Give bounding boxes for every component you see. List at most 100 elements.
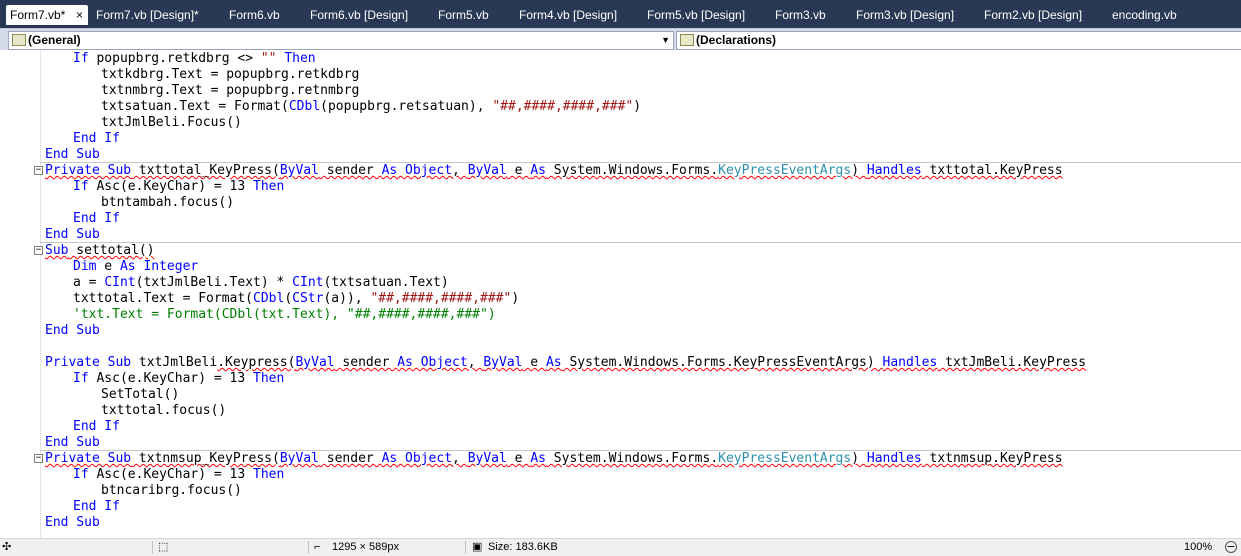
code-text: btntambah.focus() bbox=[101, 195, 234, 211]
code-text: txttotal.focus() bbox=[101, 403, 226, 419]
code-line[interactable]: Private Sub txtJmlBeli.Keypress(ByVal se… bbox=[0, 355, 1241, 371]
code-line[interactable]: End Sub bbox=[0, 323, 1241, 339]
code-token: Private Sub bbox=[45, 163, 132, 178]
code-token: Handles bbox=[866, 451, 922, 466]
code-token: , bbox=[467, 355, 484, 370]
code-line[interactable]: If Asc(e.KeyChar) = 13 Then bbox=[0, 371, 1241, 387]
code-token: txttotal.focus() bbox=[101, 403, 227, 418]
code-token: End If bbox=[73, 131, 120, 146]
code-token: End Sub bbox=[45, 227, 100, 242]
code-token: , bbox=[452, 451, 468, 466]
tab-encoding-vb[interactable]: encoding.vb bbox=[1108, 5, 1188, 25]
code-line[interactable]: End Sub bbox=[0, 147, 1241, 163]
close-icon[interactable]: × bbox=[76, 5, 83, 25]
code-token: "##,####,####,###" bbox=[370, 291, 512, 306]
tab-form6-vb-design[interactable]: Form6.vb [Design] bbox=[306, 5, 428, 25]
tab-form6-vb[interactable]: Form6.vb bbox=[225, 5, 301, 25]
code-line[interactable]: End If bbox=[0, 211, 1241, 227]
tab-label: Form6.vb bbox=[229, 8, 280, 22]
code-line[interactable]: End Sub bbox=[0, 435, 1241, 451]
collapse-toggle-icon[interactable]: − bbox=[34, 454, 43, 463]
code-token: End If bbox=[73, 419, 120, 434]
code-token: ByVal bbox=[295, 355, 335, 370]
code-text: End Sub bbox=[45, 515, 100, 531]
code-line[interactable]: If Asc(e.KeyChar) = 13 Then bbox=[0, 467, 1241, 483]
tab-form2-vb-design[interactable]: Form2.vb [Design] bbox=[980, 5, 1102, 25]
code-text: Private Sub txtnmsup_KeyPress(ByVal send… bbox=[45, 451, 1063, 467]
code-token: txttotal.KeyPress bbox=[921, 163, 1063, 178]
code-line[interactable]: End If bbox=[0, 419, 1241, 435]
code-line[interactable]: a = CInt(txtJmlBeli.Text) * CInt(txtsatu… bbox=[0, 275, 1241, 291]
code-token: "" bbox=[260, 51, 277, 66]
tab-label: Form6.vb [Design] bbox=[310, 8, 409, 22]
code-line[interactable]: SetTotal() bbox=[0, 387, 1241, 403]
code-token: Sub bbox=[45, 243, 69, 258]
tab-label: Form2.vb [Design] bbox=[984, 8, 1083, 22]
code-token: System.Windows.Forms. bbox=[545, 451, 719, 466]
code-token: e bbox=[506, 451, 531, 466]
code-token: Handles bbox=[866, 163, 922, 178]
class-name-value: (General) bbox=[28, 33, 81, 47]
image-dimensions: 1295 × 589px bbox=[332, 541, 399, 553]
code-line[interactable]: txttotal.focus() bbox=[0, 403, 1241, 419]
code-token: ) bbox=[633, 99, 642, 114]
code-line[interactable]: − Private Sub txtnmsup_KeyPress(ByVal sen… bbox=[0, 451, 1241, 467]
code-line[interactable]: If popupbrg.retkdbrg <> "" Then bbox=[0, 51, 1241, 67]
code-token: sender bbox=[334, 355, 398, 370]
code-token: settotal() bbox=[68, 243, 155, 258]
code-token: ByVal bbox=[279, 163, 319, 178]
code-token: End Sub bbox=[45, 323, 100, 338]
code-text: Sub settotal() bbox=[45, 243, 155, 259]
code-line[interactable]: Dim e As Integer bbox=[0, 259, 1241, 275]
code-token: Then bbox=[253, 371, 285, 386]
code-line[interactable]: txttotal.Text = Format(CDbl(CStr(a)), "#… bbox=[0, 291, 1241, 307]
code-token: ) bbox=[511, 291, 520, 306]
class-name-dropdown[interactable]: (General) ▼ bbox=[8, 31, 674, 50]
code-line[interactable]: txtJmlBeli.Focus() bbox=[0, 115, 1241, 131]
tab-label: encoding.vb bbox=[1112, 8, 1177, 22]
code-token: Then bbox=[253, 467, 285, 482]
status-bar: ✣ ⬚ ⌐ 1295 × 589px ▣ Size: 183.6KB 100% … bbox=[0, 538, 1241, 556]
code-token: (a)), bbox=[323, 291, 371, 306]
code-line[interactable]: btntambah.focus() bbox=[0, 195, 1241, 211]
code-line[interactable]: End Sub bbox=[0, 227, 1241, 243]
method-name-dropdown[interactable]: (Declarations) bbox=[676, 31, 1241, 50]
code-line[interactable]: txtkdbrg.Text = popupbrg.retkdbrg bbox=[0, 67, 1241, 83]
code-token: (popupbrg.retsatuan), bbox=[320, 99, 493, 114]
code-token: txttotal.Text = Format( bbox=[73, 291, 254, 306]
code-text: txtkdbrg.Text = popupbrg.retkdbrg bbox=[101, 67, 359, 83]
collapse-toggle-icon[interactable]: − bbox=[34, 246, 43, 255]
collapse-toggle-icon[interactable]: − bbox=[34, 166, 43, 175]
code-line[interactable]: End Sub bbox=[0, 515, 1241, 531]
code-line[interactable]: End If bbox=[0, 131, 1241, 147]
tab-label: Form3.vb [Design] bbox=[856, 8, 955, 22]
code-text: If Asc(e.KeyChar) = 13 Then bbox=[73, 371, 284, 387]
code-line[interactable] bbox=[0, 339, 1241, 355]
code-token: ) bbox=[851, 163, 867, 178]
code-token: As bbox=[530, 163, 546, 178]
code-text: a = CInt(txtJmlBeli.Text) * CInt(txtsatu… bbox=[73, 275, 449, 291]
code-token: KeyPressEventArgs bbox=[718, 451, 852, 466]
code-line[interactable]: btncaribrg.focus() bbox=[0, 483, 1241, 499]
code-line[interactable]: End If bbox=[0, 499, 1241, 515]
code-token: txtJmlBeli.Focus() bbox=[101, 115, 242, 130]
tab-form5-vb-design[interactable]: Form5.vb [Design] bbox=[643, 5, 765, 25]
tab-form3-vb[interactable]: Form3.vb bbox=[771, 5, 847, 25]
tab-form7-vb-design[interactable]: Form7.vb [Design]* bbox=[92, 5, 220, 25]
code-line[interactable]: txtsatuan.Text = Format(CDbl(popupbrg.re… bbox=[0, 99, 1241, 115]
tab-form4-vb-design[interactable]: Form4.vb [Design] bbox=[515, 5, 637, 25]
code-line[interactable]: 'txt.Text = Format(CDbl(txt.Text), "##,#… bbox=[0, 307, 1241, 323]
tab-form5-vb[interactable]: Form5.vb bbox=[434, 5, 510, 25]
code-line[interactable]: − Private Sub txttotal_KeyPress(ByVal sen… bbox=[0, 163, 1241, 179]
code-line[interactable]: − Sub settotal() bbox=[0, 243, 1241, 259]
zoom-out-button[interactable]: − bbox=[1225, 541, 1237, 553]
code-line[interactable]: txtnmbrg.Text = popupbrg.retnmbrg bbox=[0, 83, 1241, 99]
tab-label: Form5.vb [Design] bbox=[647, 8, 746, 22]
code-text: If popupbrg.retkdbrg <> "" Then bbox=[73, 51, 316, 67]
code-text: txttotal.Text = Format(CDbl(CStr(a)), "#… bbox=[73, 291, 519, 307]
tab-form3-vb-design[interactable]: Form3.vb [Design] bbox=[852, 5, 974, 25]
code-editor[interactable]: If popupbrg.retkdbrg <> "" Then txtkdbrg.… bbox=[0, 50, 1241, 538]
code-line[interactable]: If Asc(e.KeyChar) = 13 Then bbox=[0, 179, 1241, 195]
tab-form7-vb[interactable]: Form7.vb* × bbox=[6, 5, 88, 25]
code-token: Handles bbox=[882, 355, 938, 370]
